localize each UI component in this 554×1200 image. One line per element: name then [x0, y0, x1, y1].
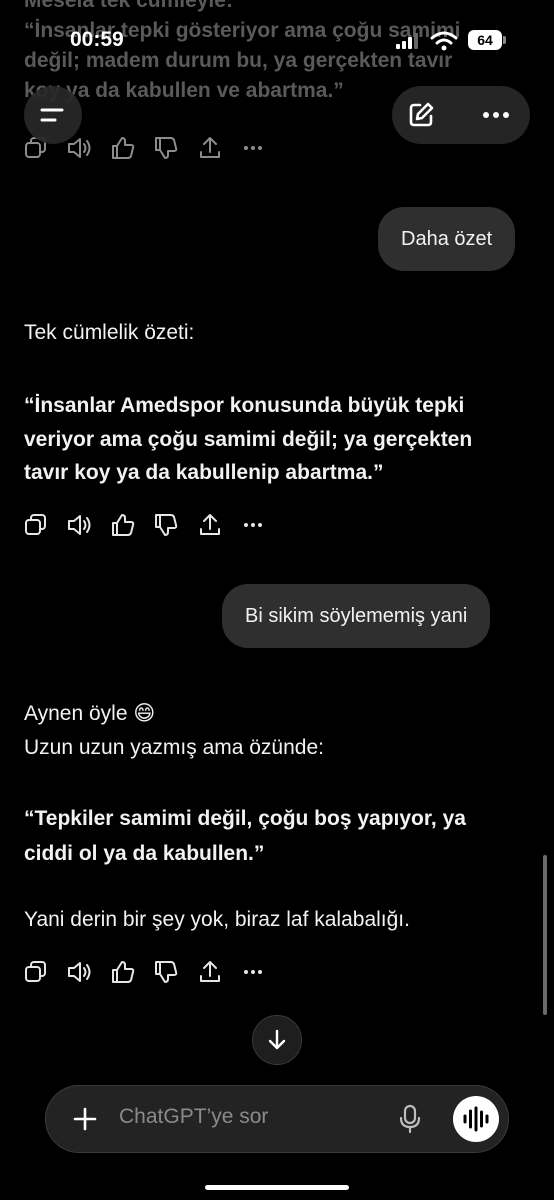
- share-icon[interactable]: [196, 134, 224, 162]
- header-actions: [392, 86, 530, 144]
- microphone-icon[interactable]: [398, 1104, 422, 1134]
- user-message: Daha özet: [378, 207, 516, 271]
- more-icon[interactable]: [239, 511, 267, 539]
- assistant-line: Uzun uzun yazmış ama özünde:: [24, 736, 324, 759]
- user-message: Bi sikim söylememiş yani: [222, 584, 491, 648]
- message-actions: [22, 958, 272, 986]
- assistant-quote-line: “Tepkiler samimi değil, çoğu boş yapıyor…: [24, 807, 466, 830]
- more-icon[interactable]: [239, 134, 267, 162]
- thumbs-down-icon[interactable]: [152, 511, 180, 539]
- message-input[interactable]: ChatGPT’ye sor: [119, 1105, 268, 1129]
- battery-indicator: 64: [468, 30, 502, 50]
- status-time: 00:59: [70, 28, 124, 51]
- voice-mode-button[interactable]: [453, 1096, 499, 1142]
- wifi-icon: [430, 31, 458, 51]
- thumbs-up-icon[interactable]: [109, 511, 137, 539]
- menu-icon: [40, 108, 64, 122]
- scrollbar[interactable]: [543, 855, 547, 1015]
- speaker-icon[interactable]: [65, 958, 93, 986]
- assistant-intro: Tek cümlelik özeti:: [24, 321, 195, 344]
- thumbs-down-icon[interactable]: [152, 134, 180, 162]
- new-chat-icon[interactable]: [406, 100, 436, 130]
- plus-icon[interactable]: [72, 1106, 98, 1132]
- assistant-quote-line: “İnsanlar Amedspor konusunda büyük tepki: [24, 394, 465, 417]
- thumbs-up-icon[interactable]: [109, 958, 137, 986]
- more-options-icon[interactable]: [480, 100, 512, 130]
- thumbs-down-icon[interactable]: [152, 958, 180, 986]
- assistant-quote-line: veriyor ama çoğu samimi değil; ya gerçek…: [24, 428, 473, 451]
- message-actions: [22, 511, 272, 539]
- scroll-to-bottom-button[interactable]: [252, 1015, 302, 1065]
- assistant-closing: Yani derin bir şey yok, biraz laf kalaba…: [24, 908, 410, 931]
- copy-icon[interactable]: [22, 511, 50, 539]
- composer[interactable]: [45, 1085, 509, 1153]
- assistant-line: Aynen öyle 😄: [24, 702, 156, 725]
- speaker-icon[interactable]: [65, 511, 93, 539]
- cellular-signal-icon: [396, 33, 418, 49]
- home-indicator: [205, 1185, 349, 1190]
- copy-icon[interactable]: [22, 958, 50, 986]
- share-icon[interactable]: [196, 511, 224, 539]
- sidebar-menu-button[interactable]: [24, 86, 82, 144]
- thumbs-up-icon[interactable]: [109, 134, 137, 162]
- previous-message-line: Mesela tek cümleyle:: [24, 0, 233, 12]
- more-icon[interactable]: [239, 958, 267, 986]
- assistant-quote-line: ciddi ol ya da kabullen.”: [24, 842, 265, 865]
- share-icon[interactable]: [196, 958, 224, 986]
- voice-waveform-icon: [463, 1106, 489, 1132]
- battery-tip: [503, 36, 506, 44]
- assistant-quote-line: tavır koy ya da kabullenip abartma.”: [24, 461, 384, 484]
- arrow-down-icon: [268, 1029, 286, 1050]
